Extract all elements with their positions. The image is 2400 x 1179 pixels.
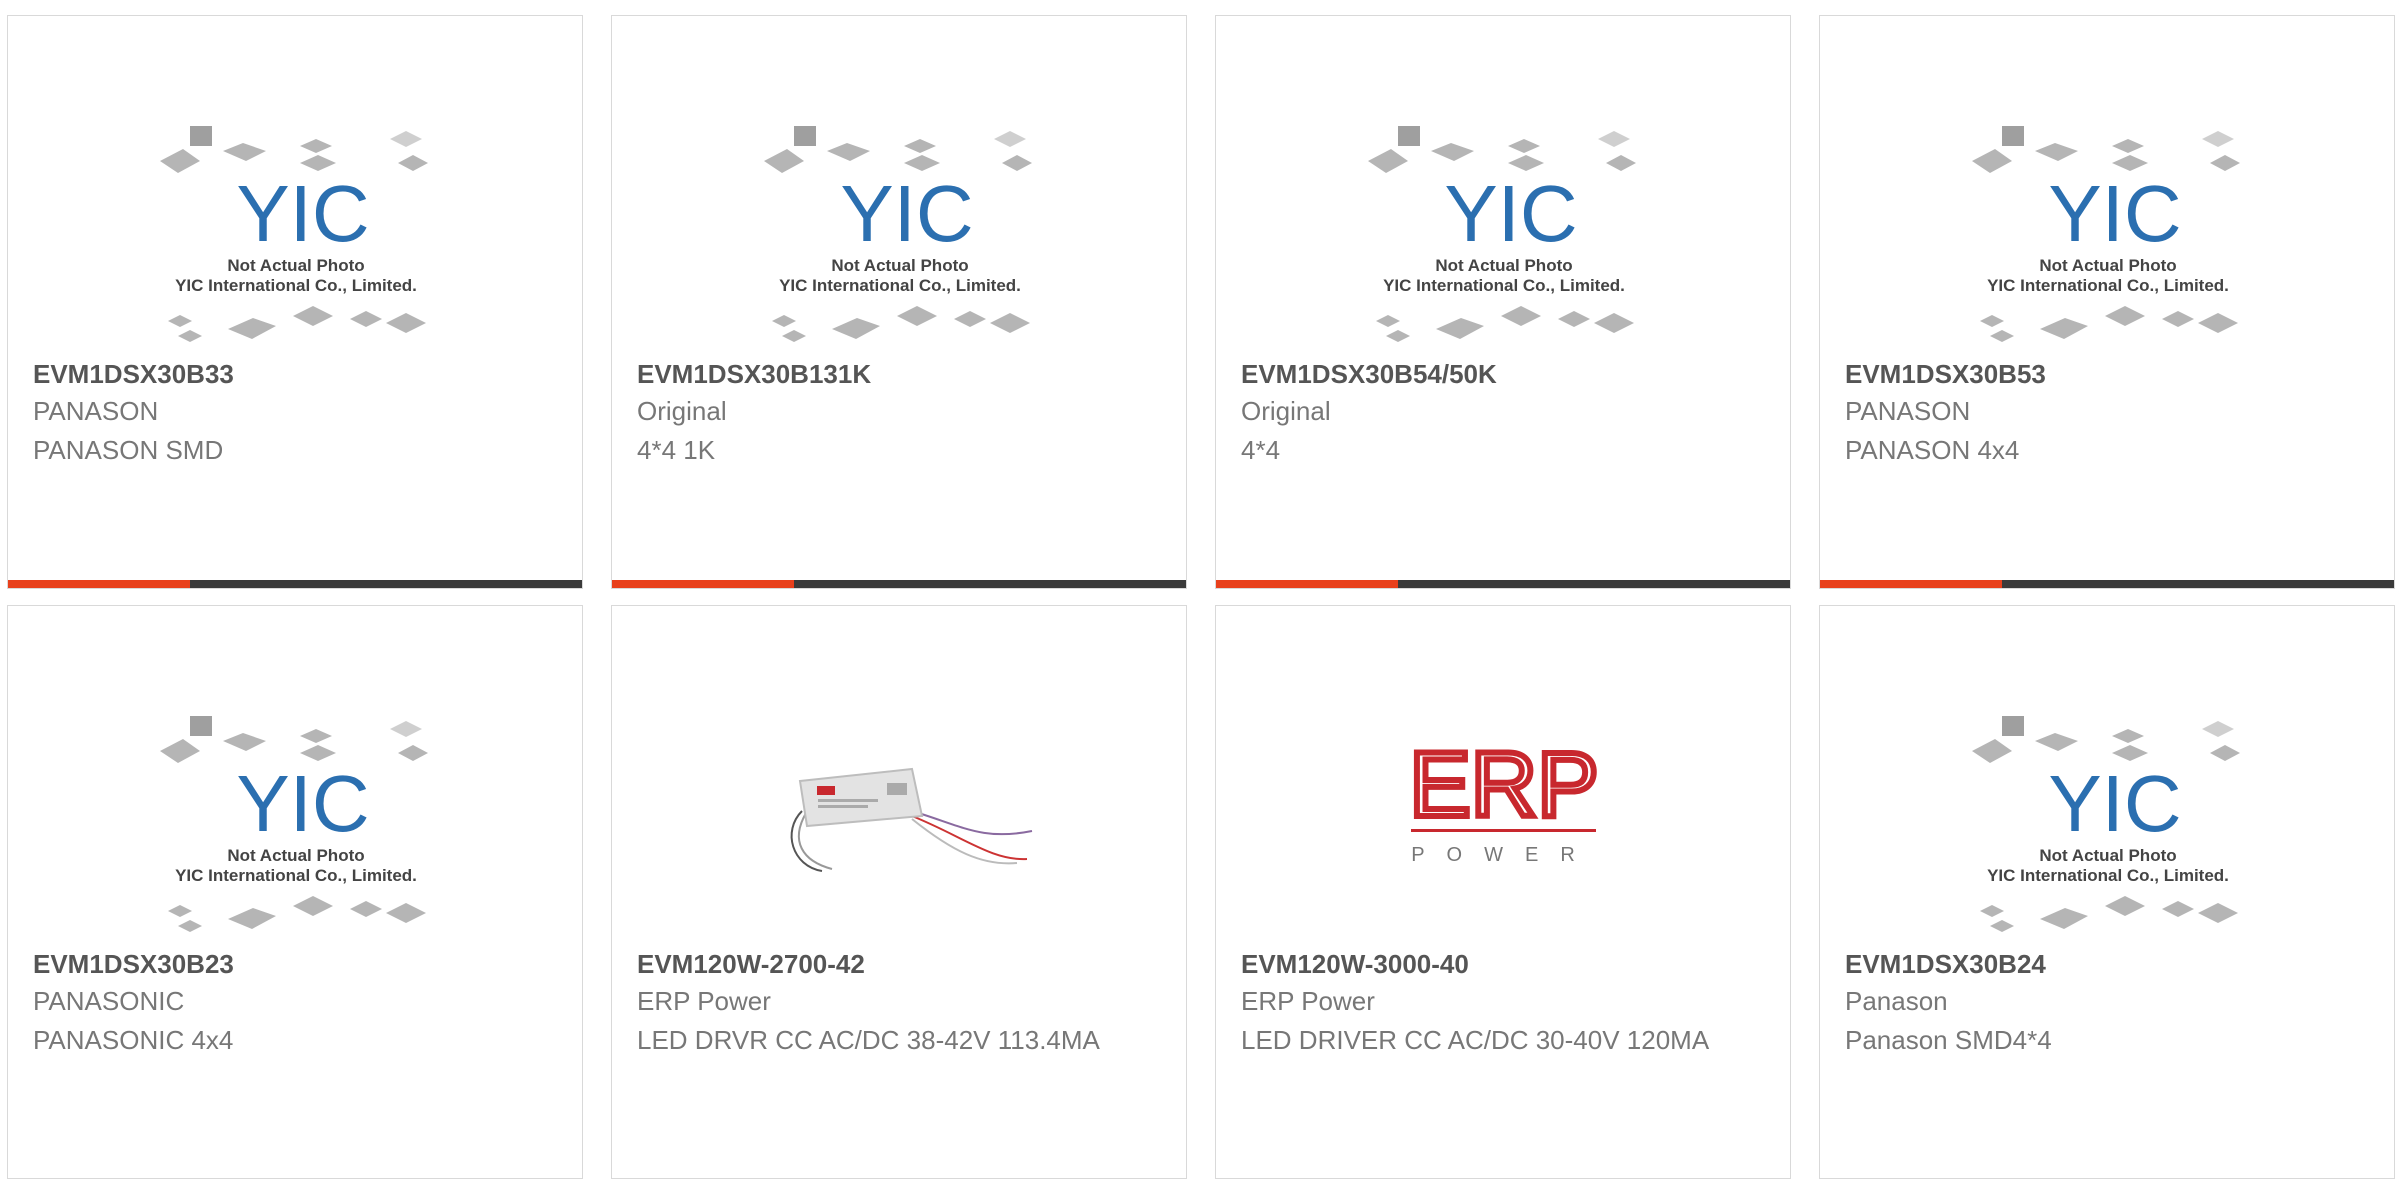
product-card[interactable]: YIC Not Actual Photo YIC International C… [1819,605,2395,1179]
svg-text:Not Actual Photo: Not Actual Photo [831,256,968,275]
part-number-link[interactable]: EVM1DSX30B53 [1845,359,2046,390]
svg-text:Not Actual Photo: Not Actual Photo [227,846,364,865]
card-footer-bar [1216,580,1790,588]
card-footer-bar [1820,580,2394,588]
description: 4*4 [1241,435,1281,465]
svg-text:YIC: YIC [236,169,369,258]
svg-text:YIC International Co., Limited: YIC International Co., Limited. [175,866,417,885]
svg-text:YIC International Co., Limited: YIC International Co., Limited. [1987,866,2229,885]
manufacturer: ERP Power [637,986,771,1016]
accent-bar [8,580,190,588]
product-card[interactable]: YIC Not Actual Photo YIC International C… [7,605,583,1179]
yic-placeholder-image: YIC Not Actual Photo YIC International C… [160,126,428,342]
led-driver-photo [790,767,1033,872]
svg-text:ERP: ERP [1409,734,1598,836]
card-footer-bar [8,580,582,588]
svg-text:YIC International Co., Limited: YIC International Co., Limited. [1383,276,1625,295]
yic-placeholder-image: YIC Not Actual Photo YIC International C… [1972,126,2240,342]
description: LED DRVR CC AC/DC 38-42V 113.4MA [637,1025,1100,1055]
svg-text:Not Actual Photo: Not Actual Photo [2039,846,2176,865]
product-card[interactable]: YIC Not Actual Photo YIC International C… [7,15,583,589]
part-number-link[interactable]: EVM1DSX30B131K [637,359,871,390]
yic-placeholder-image: YIC Not Actual Photo YIC International C… [764,126,1032,342]
product-image[interactable] [762,691,1037,951]
product-image[interactable]: YIC Not Actual Photo YIC International C… [1366,101,1641,361]
part-number-link[interactable]: EVM1DSX30B54/50K [1241,359,1497,390]
erp-power-logo: ERP POWER [1406,731,1601,866]
product-image[interactable]: YIC Not Actual Photo YIC International C… [158,691,433,951]
svg-text:Not Actual Photo: Not Actual Photo [227,256,364,275]
product-card[interactable]: ERP POWER EVM120W-3000-40 ERP Power LED … [1215,605,1791,1179]
product-image[interactable]: ERP POWER [1366,691,1641,951]
product-card[interactable]: YIC Not Actual Photo YIC International C… [611,15,1187,589]
part-number-link[interactable]: EVM1DSX30B33 [33,359,234,390]
svg-text:Not Actual Photo: Not Actual Photo [1435,256,1572,275]
accent-bar [1216,580,1398,588]
product-image[interactable]: YIC Not Actual Photo YIC International C… [1970,101,2245,361]
manufacturer: Original [637,396,727,426]
description: Panason SMD4*4 [1845,1025,2052,1055]
description: PANASON SMD [33,435,224,465]
svg-text:YIC International Co., Limited: YIC International Co., Limited. [779,276,1021,295]
part-number-link[interactable]: EVM120W-2700-42 [637,949,865,980]
svg-text:YIC: YIC [236,759,369,848]
part-number-link[interactable]: EVM120W-3000-40 [1241,949,1469,980]
manufacturer: PANASON [33,396,159,426]
part-number-link[interactable]: EVM1DSX30B24 [1845,949,2046,980]
manufacturer: Panason [1845,986,1948,1016]
manufacturer: ERP Power [1241,986,1375,1016]
svg-text:YIC International Co., Limited: YIC International Co., Limited. [175,276,417,295]
svg-text:POWER: POWER [1411,844,1597,866]
accent-bar [612,580,794,588]
manufacturer: PANASON [1845,396,1971,426]
product-image[interactable]: YIC Not Actual Photo YIC International C… [762,101,1037,361]
description: LED DRIVER CC AC/DC 30-40V 120MA [1241,1025,1710,1055]
description: PANASON 4x4 [1845,435,2020,465]
product-image[interactable]: YIC Not Actual Photo YIC International C… [1970,691,2245,951]
product-card[interactable]: YIC Not Actual Photo YIC International C… [1215,15,1791,589]
product-card[interactable]: EVM120W-2700-42 ERP Power LED DRVR CC AC… [611,605,1187,1179]
yic-placeholder-image: YIC Not Actual Photo YIC International C… [1368,126,1636,342]
product-grid: YIC Not Actual Photo YIC International C… [0,0,2400,1179]
svg-text:YIC International Co., Limited: YIC International Co., Limited. [1987,276,2229,295]
description: 4*4 1K [637,435,716,465]
product-image[interactable]: YIC Not Actual Photo YIC International C… [158,101,433,361]
svg-text:YIC: YIC [2048,759,2181,848]
svg-text:Not Actual Photo: Not Actual Photo [2039,256,2176,275]
manufacturer: PANASONIC [33,986,185,1016]
part-number-link[interactable]: EVM1DSX30B23 [33,949,234,980]
description: PANASONIC 4x4 [33,1025,234,1055]
yic-placeholder-image: YIC Not Actual Photo YIC International C… [160,716,428,932]
manufacturer: Original [1241,396,1331,426]
card-footer-bar [612,580,1186,588]
svg-text:YIC: YIC [1444,169,1577,258]
yic-placeholder-image: YIC Not Actual Photo YIC International C… [1972,716,2240,932]
product-card[interactable]: YIC Not Actual Photo YIC International C… [1819,15,2395,589]
svg-text:YIC: YIC [2048,169,2181,258]
accent-bar [1820,580,2002,588]
svg-text:YIC: YIC [840,169,973,258]
